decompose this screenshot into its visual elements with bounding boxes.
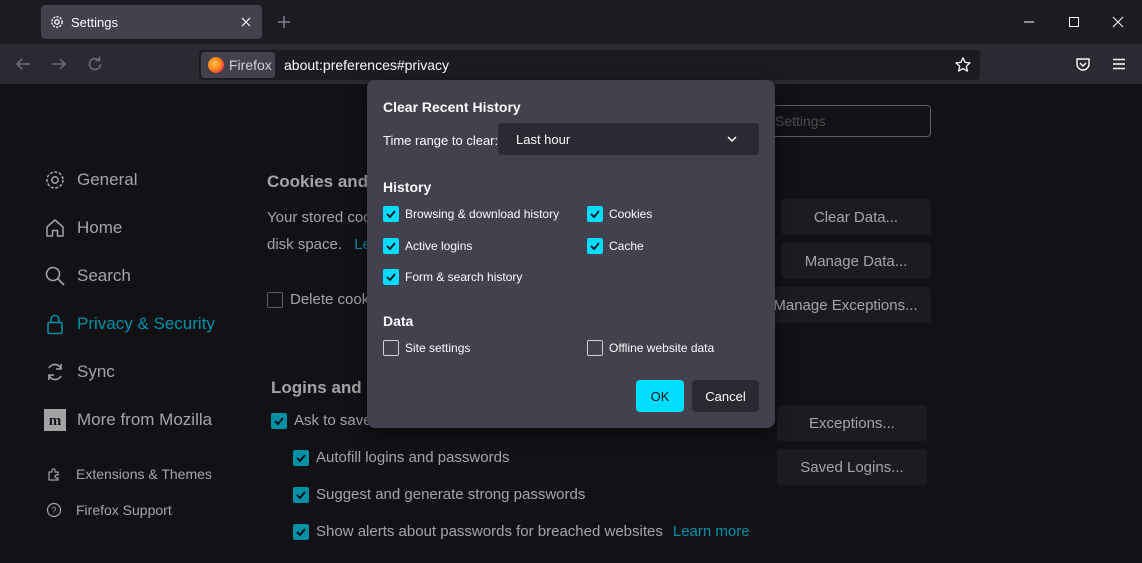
cache-checkbox[interactable]: Cache	[587, 238, 644, 254]
checkbox-label: Site settings	[405, 341, 471, 355]
identity-box[interactable]: Firefox	[201, 52, 275, 78]
checkbox-box[interactable]	[383, 206, 399, 222]
checkbox-label: Form & search history	[405, 270, 523, 284]
checkbox-label: Active logins	[405, 239, 473, 253]
pocket-icon[interactable]	[1071, 52, 1095, 76]
history-heading: History	[383, 179, 432, 195]
data-heading: Data	[383, 313, 414, 329]
cancel-button[interactable]: Cancel	[692, 380, 759, 412]
time-range-value: Last hour	[516, 132, 571, 147]
new-tab-button[interactable]	[272, 10, 296, 34]
form-search-history-checkbox[interactable]: Form & search history	[383, 269, 522, 285]
active-logins-checkbox[interactable]: Active logins	[383, 238, 472, 254]
checkbox-box[interactable]	[383, 340, 399, 356]
identity-label: Firefox	[229, 57, 272, 73]
site-settings-checkbox[interactable]: Site settings	[383, 340, 470, 356]
checkbox-box[interactable]	[587, 238, 603, 254]
forward-icon[interactable]	[47, 52, 71, 76]
time-range-label: Time range to clear:	[383, 133, 499, 148]
checkbox-box[interactable]	[587, 340, 603, 356]
tab-settings[interactable]: Settings	[41, 5, 262, 39]
back-icon[interactable]	[11, 52, 35, 76]
chevron-down-icon	[725, 132, 739, 146]
url-bar[interactable]: Firefox about:preferences#privacy	[199, 50, 980, 80]
dialog-title: Clear Recent History	[383, 99, 521, 115]
checkbox-label: Browsing & download history	[405, 207, 560, 221]
menu-icon[interactable]	[1107, 52, 1131, 76]
tab-title: Settings	[71, 14, 118, 30]
time-range-select[interactable]: Last hour	[498, 123, 759, 155]
url-text[interactable]: about:preferences#privacy	[284, 57, 449, 73]
ok-button[interactable]: OK	[636, 380, 684, 412]
cookies-checkbox[interactable]: Cookies	[587, 206, 652, 222]
maximize-icon[interactable]	[1062, 10, 1086, 34]
close-icon[interactable]	[234, 10, 258, 34]
checkbox-box[interactable]	[383, 238, 399, 254]
checkbox-box[interactable]	[587, 206, 603, 222]
minimize-icon[interactable]	[1017, 10, 1041, 34]
checkbox-box[interactable]	[383, 269, 399, 285]
browsing-history-checkbox[interactable]: Browsing & download history	[383, 206, 559, 222]
reload-icon[interactable]	[83, 52, 107, 76]
tab-strip: Settings	[0, 0, 1142, 44]
checkbox-label: Offline website data	[609, 341, 715, 355]
checkbox-label: Cache	[609, 239, 644, 253]
nav-bar: Firefox about:preferences#privacy	[0, 44, 1142, 84]
clear-history-dialog: Clear Recent History Time range to clear…	[367, 80, 775, 428]
checkbox-label: Cookies	[609, 207, 653, 221]
window-close-icon[interactable]	[1106, 10, 1130, 34]
bookmark-star-icon[interactable]	[952, 54, 974, 76]
gear-icon	[49, 14, 65, 30]
firefox-logo-icon	[208, 57, 224, 73]
offline-data-checkbox[interactable]: Offline website data	[587, 340, 714, 356]
